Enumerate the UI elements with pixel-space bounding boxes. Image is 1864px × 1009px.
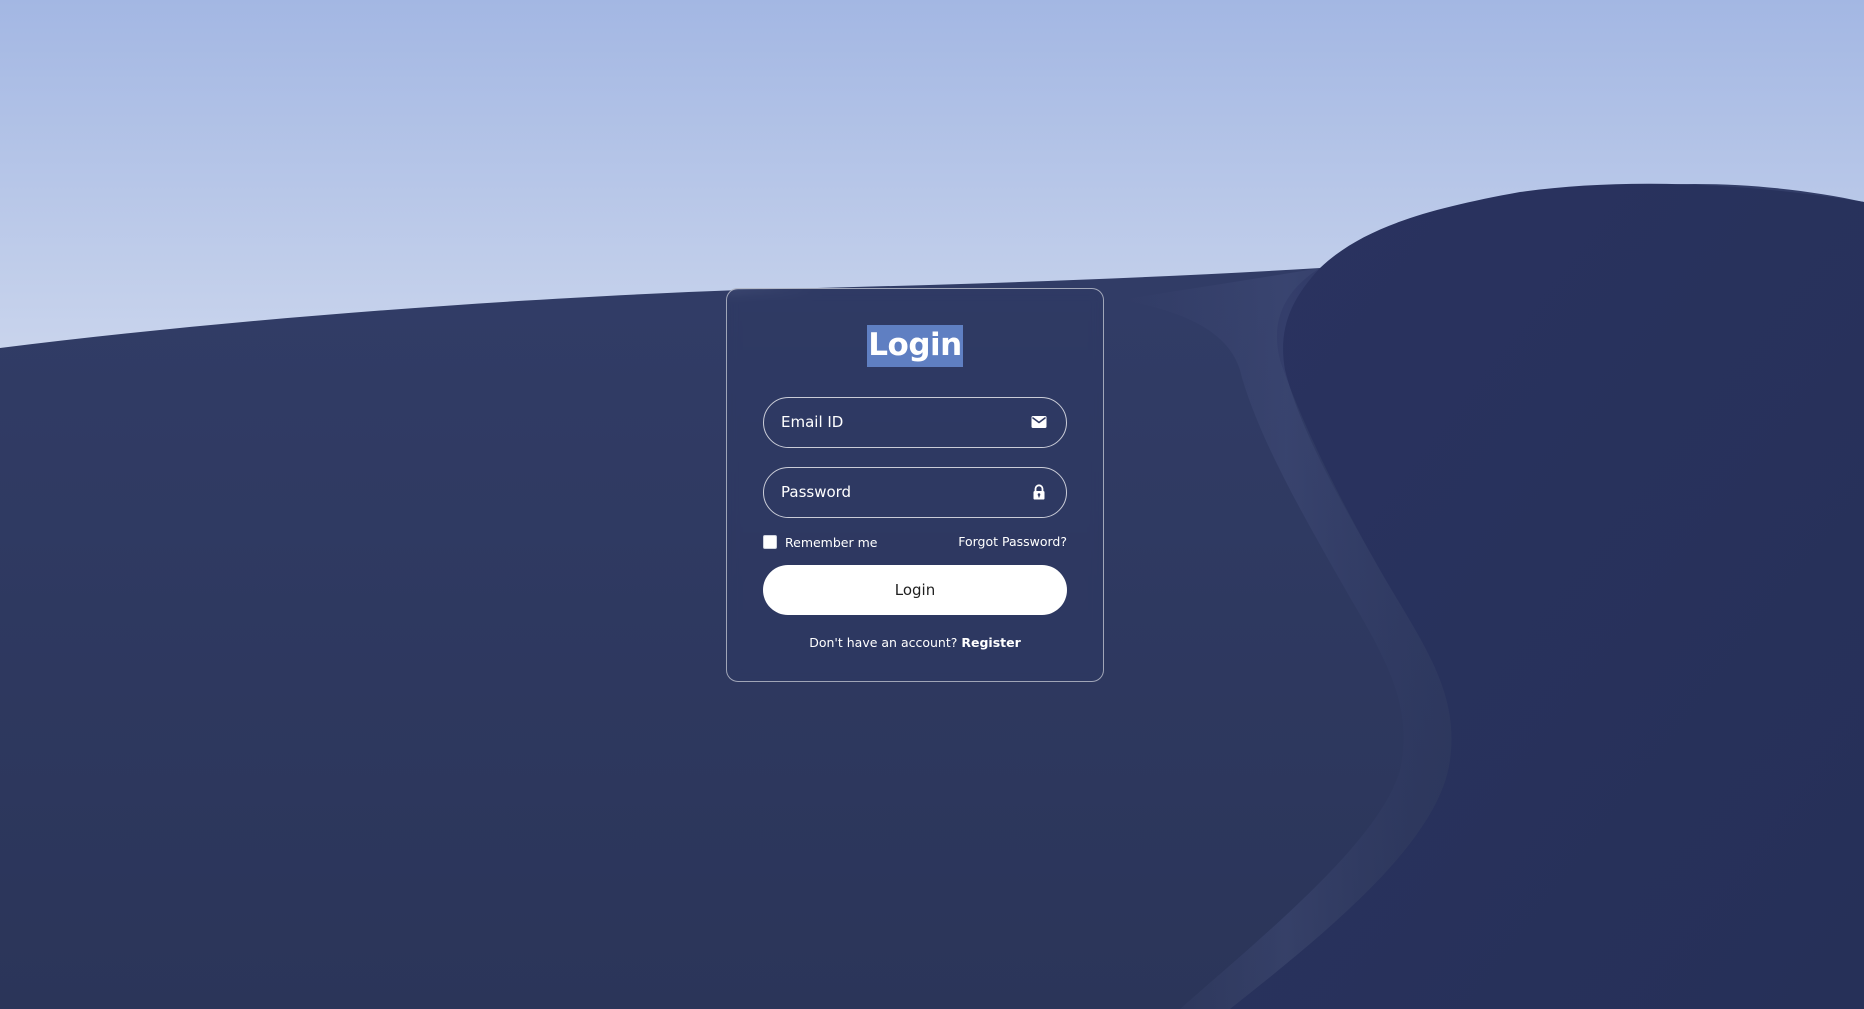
lock-icon: [1033, 484, 1045, 500]
forgot-password-link[interactable]: Forgot Password?: [958, 533, 1067, 551]
password-placeholder: Password: [781, 483, 852, 501]
remember-me[interactable]: Remember me: [763, 533, 877, 551]
form-title: Login: [867, 325, 963, 367]
register-prompt: Don't have an account?: [809, 635, 958, 650]
envelope-icon: [1031, 416, 1047, 428]
remember-label: Remember me: [785, 534, 878, 550]
password-field[interactable]: Password: [763, 467, 1067, 518]
login-page: Login Email ID Password Remember me Forg…: [0, 0, 1864, 1009]
register-link[interactable]: Register: [961, 635, 1020, 650]
remember-checkbox[interactable]: [763, 535, 777, 549]
email-field[interactable]: Email ID: [763, 397, 1067, 448]
form-options: Remember me Forgot Password?: [763, 533, 1067, 551]
email-placeholder: Email ID: [781, 413, 844, 431]
register-prompt-line: Don't have an account? Register: [727, 635, 1103, 650]
login-card: Login Email ID Password Remember me Forg…: [726, 288, 1104, 682]
login-button[interactable]: Login: [763, 565, 1067, 615]
